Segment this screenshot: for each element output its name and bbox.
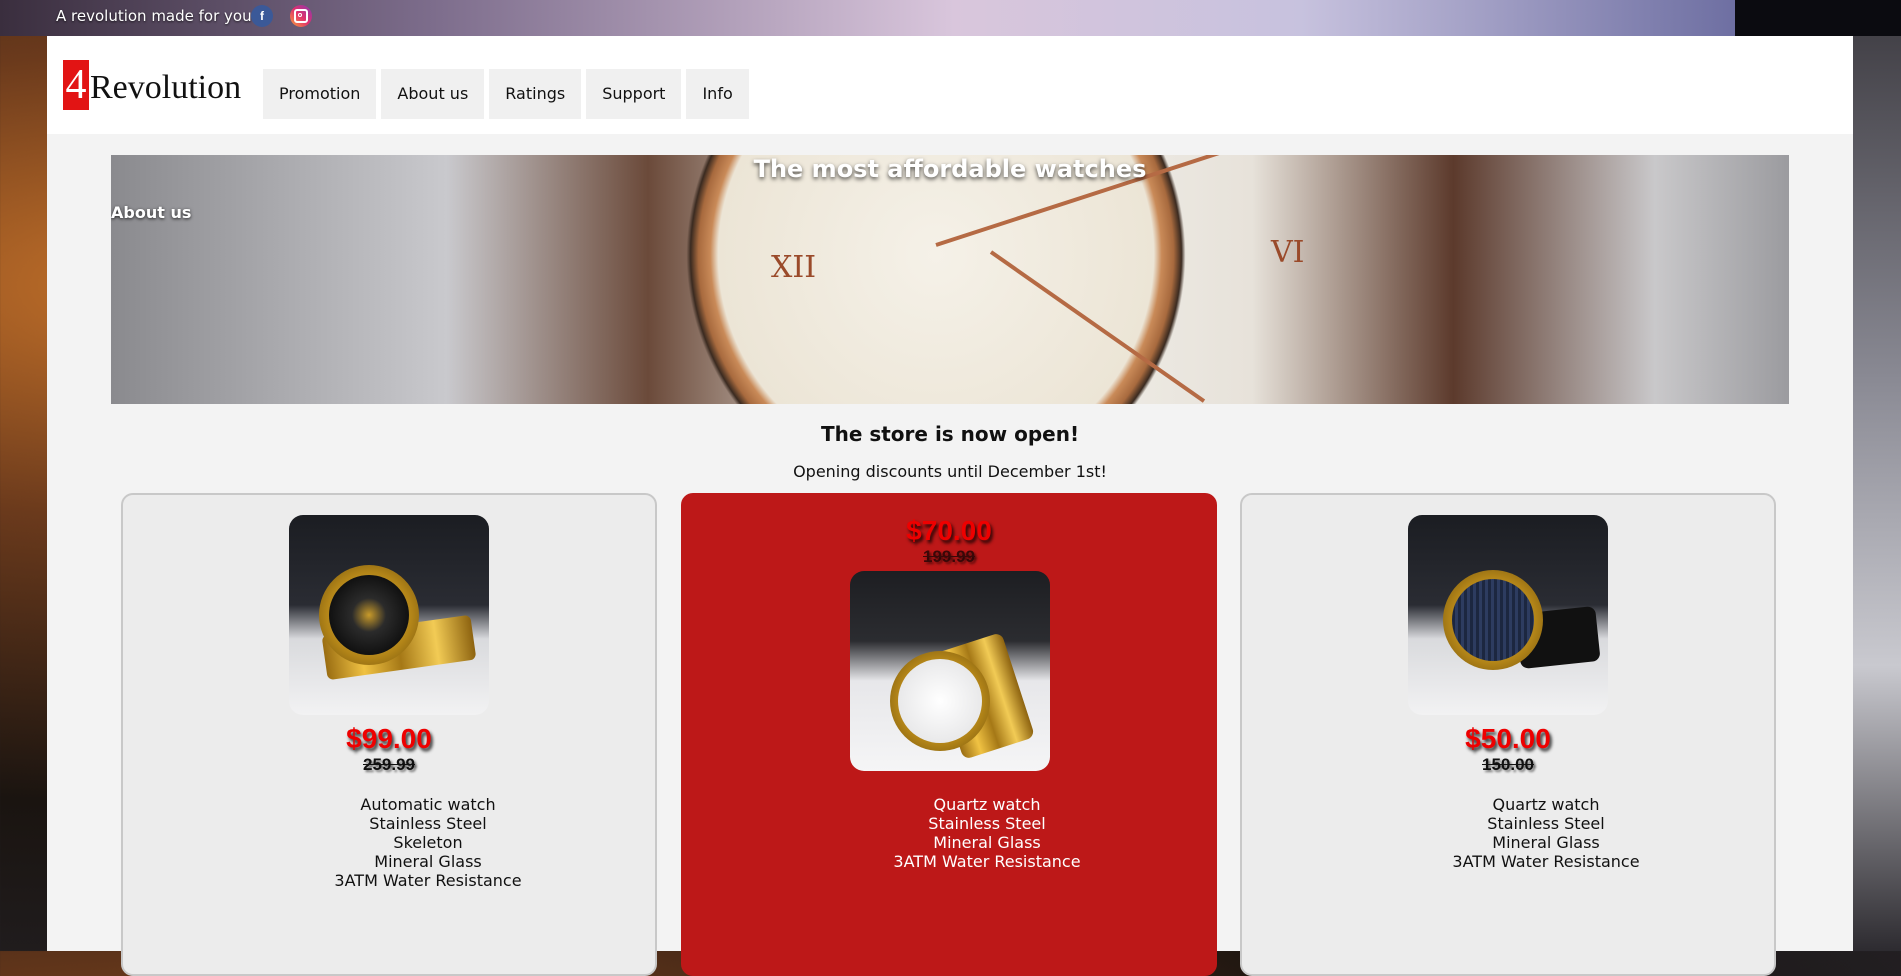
logo-mark: 4 xyxy=(63,60,89,110)
feature-item: Mineral Glass xyxy=(933,833,1041,852)
logo-text: Revolution xyxy=(90,69,242,106)
product-features: Quartz watch Stainless Steel Mineral Gla… xyxy=(1280,795,1812,871)
site-header: 4 Revolution Promotion About us Ratings … xyxy=(47,36,1853,134)
nav-ratings[interactable]: Ratings xyxy=(489,69,582,119)
top-bar: A revolution made for you f xyxy=(0,0,1735,36)
top-bar-edge xyxy=(1735,0,1901,36)
feature-item: 3ATM Water Resistance xyxy=(893,852,1081,871)
product-price: $70.00 xyxy=(906,515,992,546)
nav-about-us[interactable]: About us xyxy=(381,69,485,119)
product-card[interactable]: $50.00 150.00 Quartz watch Stainless Ste… xyxy=(1240,493,1776,976)
product-price: $99.00 xyxy=(346,723,432,754)
feature-item: Automatic watch xyxy=(360,795,496,814)
feature-item: Quartz watch xyxy=(933,795,1041,814)
hero-banner: XII VI The most affordable watches About… xyxy=(111,155,1789,404)
instagram-icon[interactable] xyxy=(290,5,312,27)
product-photo xyxy=(289,515,489,715)
feature-item: Skeleton xyxy=(393,833,463,852)
product-photo xyxy=(1408,515,1608,715)
product-card-featured[interactable]: $70.00 199.99 Quartz watch Stainless Ste… xyxy=(681,493,1217,976)
product-card[interactable]: $99.00 259.99 Automatic watch Stainless … xyxy=(121,493,657,976)
hero-watch-image xyxy=(656,155,1216,404)
nav-promotion[interactable]: Promotion xyxy=(263,69,377,119)
feature-item: Stainless Steel xyxy=(928,814,1046,833)
product-features: Quartz watch Stainless Steel Mineral Gla… xyxy=(721,795,1253,871)
feature-item: Stainless Steel xyxy=(369,814,487,833)
nav-support[interactable]: Support xyxy=(586,69,682,119)
feature-item: Stainless Steel xyxy=(1487,814,1605,833)
hero-about-link[interactable]: About us xyxy=(111,203,191,222)
page-container: 4 Revolution Promotion About us Ratings … xyxy=(47,36,1853,976)
product-photo xyxy=(850,571,1050,771)
dial-numeral: VI xyxy=(1271,235,1305,270)
product-old-price: 199.99 xyxy=(923,547,975,566)
feature-item: Mineral Glass xyxy=(374,852,482,871)
store-subheading: Opening discounts until December 1st! xyxy=(793,462,1107,481)
nav-info[interactable]: Info xyxy=(686,69,749,119)
product-old-price: 150.00 xyxy=(1482,755,1534,774)
product-features: Automatic watch Stainless Steel Skeleton… xyxy=(162,795,694,890)
feature-item: Mineral Glass xyxy=(1492,833,1600,852)
product-old-price: 259.99 xyxy=(363,755,415,774)
feature-item: 3ATM Water Resistance xyxy=(1452,852,1640,871)
feature-item: 3ATM Water Resistance xyxy=(334,871,522,890)
feature-item: Quartz watch xyxy=(1492,795,1600,814)
facebook-icon[interactable]: f xyxy=(251,5,273,27)
dial-numeral: XII xyxy=(771,250,817,285)
store-heading: The store is now open! xyxy=(820,422,1080,446)
tagline: A revolution made for you xyxy=(56,7,252,25)
hero-title: The most affordable watches xyxy=(753,155,1147,183)
main-nav: Promotion About us Ratings Support Info xyxy=(263,69,749,119)
product-price: $50.00 xyxy=(1465,723,1551,754)
site-logo[interactable]: 4 Revolution xyxy=(63,60,241,110)
